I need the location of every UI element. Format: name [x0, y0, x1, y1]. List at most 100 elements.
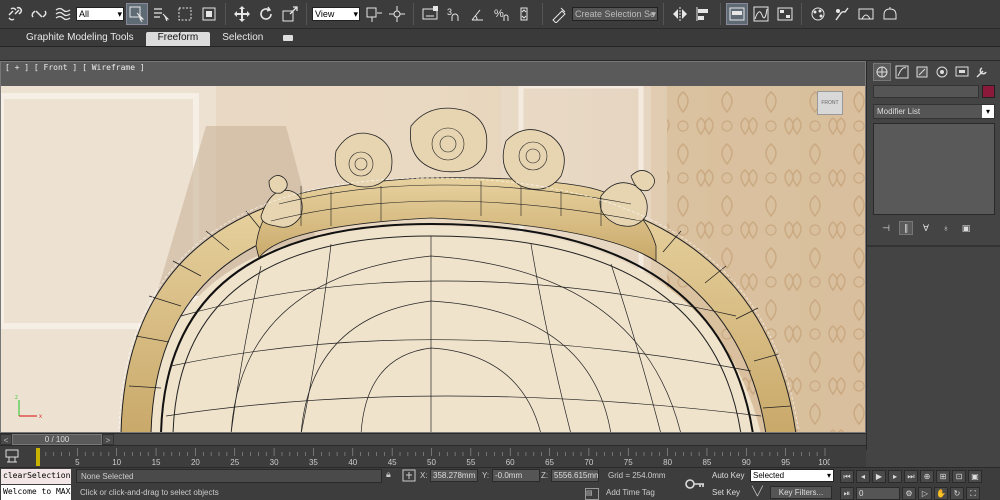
angle-snap-icon[interactable]	[467, 3, 489, 25]
motion-tab-icon[interactable]	[933, 63, 951, 81]
layer-manager-icon[interactable]	[726, 3, 748, 25]
modifier-stack[interactable]	[873, 123, 995, 215]
toolbar-separator	[225, 3, 226, 25]
track-bar[interactable]: 0510152025303540455055606570758085909510…	[0, 445, 866, 467]
rendered-frame-icon[interactable]	[855, 3, 877, 25]
auto-key-button[interactable]: Auto Key	[712, 469, 748, 483]
next-frame-icon[interactable]: ▸	[888, 469, 902, 483]
time-slider-thumb[interactable]: 0 / 100	[12, 434, 102, 445]
time-slider[interactable]: < 0 / 100 >	[0, 433, 866, 445]
viewport-label[interactable]: [ + ] [ Front ] [ Wireframe ]	[5, 63, 145, 72]
mini-curve-editor-icon[interactable]	[4, 448, 20, 464]
tab-selection[interactable]: Selection	[210, 32, 275, 46]
edit-named-sets-icon[interactable]	[548, 3, 570, 25]
tab-graphite-modeling-tools[interactable]: Graphite Modeling Tools	[14, 32, 146, 46]
render-setup-icon[interactable]	[831, 3, 853, 25]
pan-view-icon[interactable]: ✋	[934, 486, 948, 500]
tab-freeform[interactable]: Freeform	[145, 32, 211, 46]
track-ruler[interactable]: 0510152025303540455055606570758085909510…	[30, 446, 832, 468]
track-tick-label: 10	[112, 458, 121, 467]
percent-snap-icon[interactable]: %	[491, 3, 513, 25]
key-mode-dropdown[interactable]: Selected	[750, 469, 834, 482]
modifier-list-dropdown[interactable]: Modifier List ▾	[873, 104, 995, 119]
key-mode-toggle-icon[interactable]: ⏯	[840, 486, 854, 500]
time-tag-icon[interactable]: ▤	[585, 488, 599, 500]
schematic-view-icon[interactable]	[774, 3, 796, 25]
set-key-button[interactable]: Set Key	[712, 486, 748, 500]
track-tick-label: 30	[270, 458, 279, 467]
reference-coordinate-dropdown[interactable]: View	[312, 7, 360, 21]
window-crossing-icon[interactable]	[198, 3, 220, 25]
maximize-viewport-icon[interactable]: ⛶	[966, 486, 980, 500]
selection-filter-dropdown[interactable]: All	[76, 7, 124, 21]
key-filters-button[interactable]: Key Filters...	[770, 486, 832, 499]
add-time-tag-button[interactable]: Add Time Tag	[602, 486, 655, 500]
object-name-field[interactable]	[873, 85, 979, 98]
select-manipulate-icon[interactable]	[386, 3, 408, 25]
remove-modifier-icon[interactable]: ♁	[939, 221, 953, 235]
time-slider-track[interactable]	[114, 434, 866, 445]
track-tick-label: 5	[75, 458, 80, 467]
use-pivot-icon[interactable]	[362, 3, 384, 25]
create-tab-icon[interactable]	[873, 63, 891, 81]
set-key-icon[interactable]	[684, 474, 706, 494]
show-end-result-icon[interactable]: ∥	[899, 221, 913, 235]
object-color-swatch[interactable]	[982, 85, 995, 98]
make-unique-icon[interactable]: ∀	[919, 221, 933, 235]
pin-stack-icon[interactable]: ⊣	[879, 221, 893, 235]
front-viewport[interactable]: [ + ] [ Front ] [ Wireframe ] FRONT z x	[0, 61, 866, 433]
render-production-icon[interactable]	[879, 3, 901, 25]
play-icon[interactable]: ▶	[872, 469, 886, 483]
time-config-icon[interactable]: ⚙	[902, 486, 916, 500]
select-object-icon[interactable]	[126, 3, 148, 25]
previous-frame-icon[interactable]: ◂	[856, 469, 870, 483]
current-frame-marker[interactable]	[36, 448, 40, 466]
curve-editor-icon[interactable]	[750, 3, 772, 25]
orbit-icon[interactable]: ↻	[950, 486, 964, 500]
link-icon[interactable]	[4, 3, 26, 25]
viewcube[interactable]: FRONT	[817, 91, 843, 115]
display-tab-icon[interactable]	[953, 63, 971, 81]
hierarchy-tab-icon[interactable]	[913, 63, 931, 81]
keyboard-shortcut-icon[interactable]	[419, 3, 441, 25]
modify-tab-icon[interactable]	[893, 63, 911, 81]
move-icon[interactable]	[231, 3, 253, 25]
named-selection-set-dropdown[interactable]: Create Selection Se	[572, 7, 658, 21]
field-of-view-icon[interactable]: ▷	[918, 486, 932, 500]
go-to-start-icon[interactable]: ⏮	[840, 469, 854, 483]
track-tick-label: 35	[309, 458, 318, 467]
x-coord-field[interactable]: 358.278mm	[430, 469, 478, 482]
scale-icon[interactable]	[279, 3, 301, 25]
align-icon[interactable]	[693, 3, 715, 25]
zoom-all-icon[interactable]: ⊞	[936, 469, 950, 483]
time-slider-next-icon[interactable]: >	[102, 434, 114, 445]
time-slider-prev-icon[interactable]: <	[0, 434, 12, 445]
y-coord-label: Y:	[482, 471, 490, 480]
current-frame-field[interactable]: 0	[856, 486, 900, 500]
zoom-extents-icon[interactable]: ⊕	[920, 469, 934, 483]
zoom-region-icon[interactable]: ▣	[968, 469, 982, 483]
ribbon-minimize-toggle[interactable]	[283, 35, 294, 41]
rotate-icon[interactable]	[255, 3, 277, 25]
selection-lock-icon[interactable]: 🔒︎	[386, 469, 398, 481]
z-coord-label: Z:	[541, 471, 549, 480]
absolute-mode-icon[interactable]	[402, 469, 416, 482]
snaps-3-icon[interactable]: 3	[443, 3, 465, 25]
spinner-snap-icon[interactable]	[515, 3, 537, 25]
select-by-name-icon[interactable]	[150, 3, 172, 25]
z-coord-field[interactable]: 5556.615mm	[551, 469, 599, 482]
key-filter-icon[interactable]: ╲╱	[752, 486, 768, 500]
go-to-end-icon[interactable]: ⏭	[904, 469, 918, 483]
mirror-icon[interactable]	[669, 3, 691, 25]
configure-modifier-sets-icon[interactable]: ▣	[959, 221, 973, 235]
listener-macro-line[interactable]: clearSelection	[1, 469, 71, 484]
y-coord-field[interactable]: -0.0mm	[492, 469, 540, 482]
bind-spacewarp-icon[interactable]	[52, 3, 74, 25]
zoom-extents-all-icon[interactable]: ⊡	[952, 469, 966, 483]
rect-region-icon[interactable]	[174, 3, 196, 25]
listener-output-line[interactable]: Welcome to MAX!	[1, 485, 71, 500]
maxscript-mini-listener[interactable]: clearSelection Welcome to MAX!	[0, 468, 72, 500]
unlink-icon[interactable]	[28, 3, 50, 25]
utilities-tab-icon[interactable]	[973, 63, 991, 81]
material-editor-icon[interactable]	[807, 3, 829, 25]
